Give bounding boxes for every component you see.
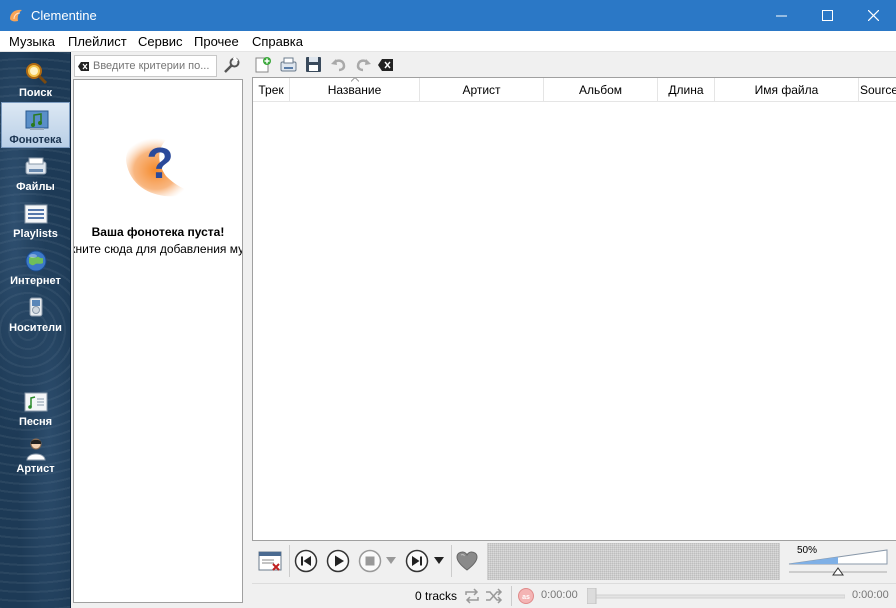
next-track-icon[interactable] — [405, 549, 429, 573]
window-title: Clementine — [31, 8, 97, 23]
menu-music[interactable]: Музыка — [9, 34, 55, 49]
playlist-panel-icon[interactable] — [258, 549, 282, 573]
sidebar-item-artist-info[interactable]: Артист — [1, 432, 70, 478]
library-icon — [25, 110, 49, 130]
track-count: 0 tracks — [415, 589, 458, 603]
column-source[interactable]: Source — [859, 78, 896, 102]
add-playlist-icon[interactable] — [255, 56, 272, 73]
sidebar-item-song-info[interactable]: Песня — [1, 385, 70, 431]
undo-icon[interactable] — [330, 56, 347, 73]
seek-slider[interactable] — [587, 588, 845, 604]
divider — [289, 545, 290, 577]
empty-library-icon: ? — [126, 138, 192, 197]
column-length[interactable]: Длина — [658, 78, 715, 102]
repeat-icon[interactable] — [463, 588, 481, 604]
status-bar: 0 tracks as 0:00:00 0:00:00 — [252, 583, 896, 608]
sidebar-item-label: Поиск — [18, 87, 52, 99]
sidebar-item-label: Playlists — [13, 228, 58, 240]
load-playlist-icon[interactable] — [280, 56, 297, 73]
sidebar-item-search[interactable]: Поиск — [1, 56, 70, 102]
maximize-button[interactable] — [804, 0, 850, 31]
library-config-icon[interactable] — [222, 57, 240, 75]
sidebar-item-devices[interactable]: Носители — [1, 291, 70, 337]
playlist-toolbar — [253, 54, 896, 76]
menu-tools[interactable]: Сервис — [138, 34, 183, 49]
menu-help[interactable]: Справка — [252, 34, 303, 49]
stop-menu-arrow-icon[interactable] — [386, 557, 396, 564]
volume-slider[interactable] — [788, 548, 888, 578]
previous-track-icon[interactable] — [294, 549, 318, 573]
column-album[interactable]: Альбом — [544, 78, 658, 102]
stop-icon[interactable] — [358, 549, 382, 573]
sidebar-item-label: Фонотека — [9, 134, 62, 146]
library-panel[interactable]: ? Ваша фонотека пуста! Щелкните сюда для… — [73, 79, 243, 603]
column-track[interactable]: Трек — [253, 78, 290, 102]
save-playlist-icon[interactable] — [305, 56, 322, 73]
sort-ascending-icon — [350, 78, 359, 82]
sidebar-item-playlists[interactable]: Playlists — [1, 197, 70, 243]
sidebar-item-label: Артист — [16, 463, 55, 475]
sidebar-item-library[interactable]: Фонотека — [1, 102, 70, 148]
shuffle-icon[interactable] — [485, 588, 503, 604]
files-icon — [25, 157, 47, 175]
sidebar-item-label: Файлы — [16, 181, 55, 193]
sidebar-item-files[interactable]: Файлы — [1, 150, 70, 196]
search-icon — [26, 63, 48, 85]
love-icon[interactable] — [455, 549, 479, 573]
menu-bar: Музыка Плейлист Сервис Прочее Справка — [0, 31, 896, 52]
sidebar-item-label: Интернет — [10, 275, 61, 287]
playlist-table[interactable]: Трек Название Артист Альбом Длина Имя фа… — [252, 77, 896, 541]
menu-playlist[interactable]: Плейлист — [68, 34, 127, 49]
svg-text:?: ? — [147, 139, 174, 188]
close-icon — [867, 10, 879, 21]
sidebar: Поиск Фонотека Файлы Playlists Интернет … — [0, 52, 71, 608]
library-search-input[interactable] — [93, 58, 215, 74]
sidebar-item-label: Носители — [9, 322, 62, 334]
lastfm-scrobble-icon[interactable]: as — [517, 588, 535, 604]
internet-icon — [25, 250, 47, 272]
close-button[interactable] — [850, 0, 896, 31]
playlists-icon — [24, 204, 48, 224]
time-total: 0:00:00 — [852, 589, 889, 601]
divider — [451, 545, 452, 577]
song-info-icon — [24, 392, 48, 412]
column-filename[interactable]: Имя файла — [715, 78, 859, 102]
empty-library-hint[interactable]: Щелкните сюда для добавления музыки — [74, 242, 242, 256]
sidebar-item-label: Песня — [18, 416, 53, 428]
sidebar-item-internet[interactable]: Интернет — [1, 244, 70, 290]
maximize-icon — [821, 10, 833, 21]
minimize-icon — [775, 15, 787, 17]
column-artist[interactable]: Артист — [420, 78, 544, 102]
svg-text:as: as — [522, 594, 530, 601]
time-elapsed: 0:00:00 — [541, 589, 578, 601]
empty-library-title: Ваша фонотека пуста! — [91, 225, 225, 239]
artist-info-icon — [26, 438, 46, 461]
clear-filter-icon[interactable] — [78, 62, 89, 71]
title-bar: Clementine — [0, 0, 896, 31]
minimize-button[interactable] — [758, 0, 804, 31]
play-icon[interactable] — [326, 549, 350, 573]
divider — [511, 586, 512, 606]
library-filter — [74, 55, 217, 77]
playlist-header: Трек Название Артист Альбом Длина Имя фа… — [253, 78, 896, 102]
clear-playlist-icon[interactable] — [378, 59, 393, 71]
menu-extras[interactable]: Прочее — [194, 34, 239, 49]
clementine-logo-icon — [10, 9, 22, 22]
column-title[interactable]: Название — [290, 78, 420, 102]
devices-icon — [29, 297, 43, 317]
next-menu-arrow-icon[interactable] — [434, 557, 444, 564]
redo-icon[interactable] — [355, 56, 372, 73]
visualization-area[interactable] — [487, 543, 780, 580]
